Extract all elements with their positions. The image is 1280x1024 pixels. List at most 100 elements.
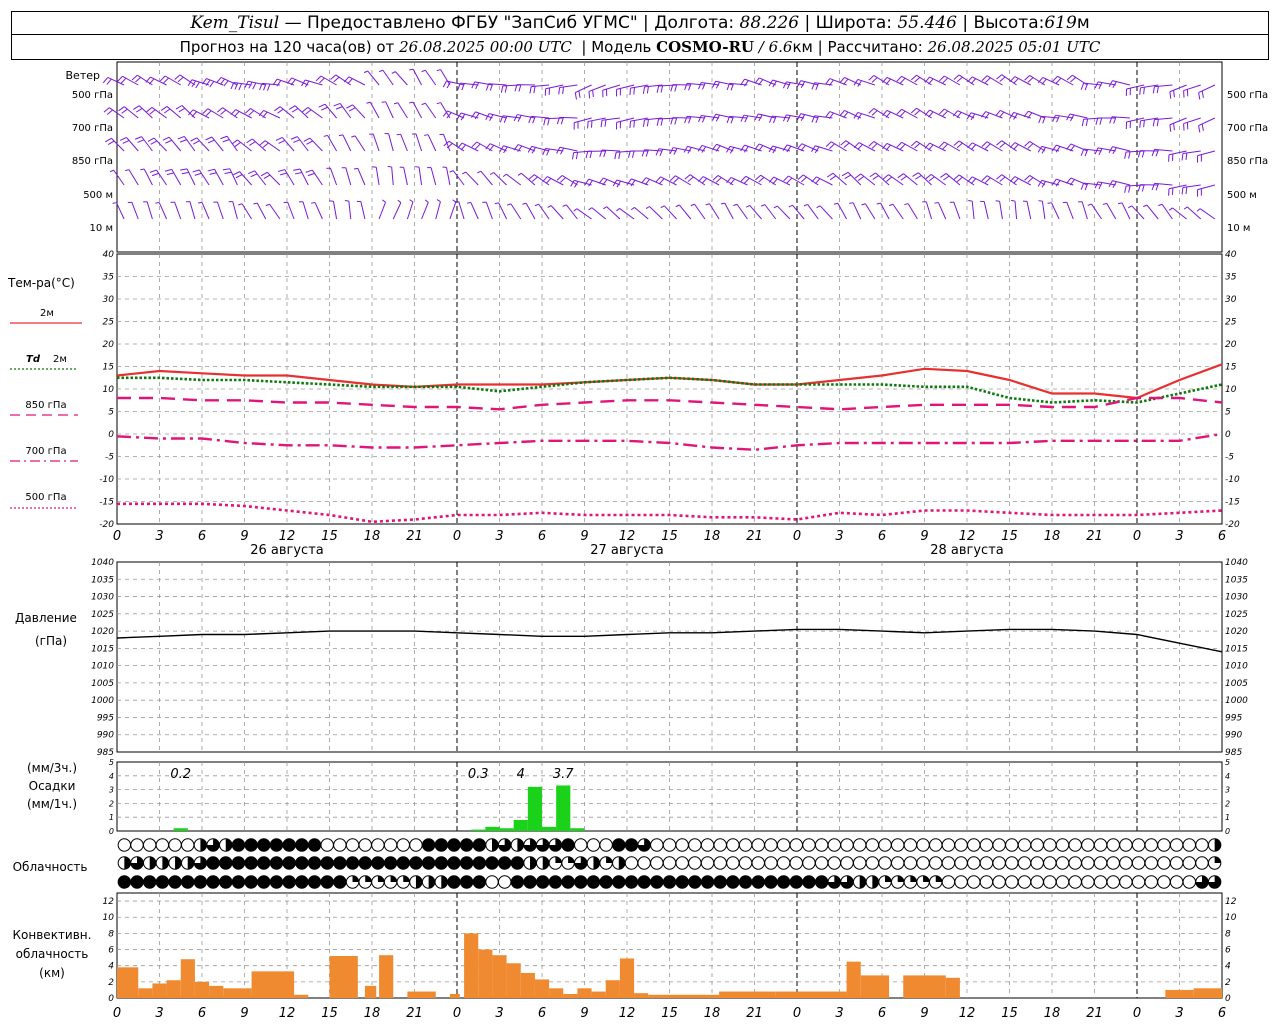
wind-barb-feather [230, 82, 235, 90]
cloud-symbol [713, 838, 727, 852]
wind-barb [1038, 115, 1060, 124]
wind-barb [454, 201, 465, 220]
wind-barb-feather [588, 207, 593, 211]
wind-barb-feather [868, 108, 875, 114]
wind-barb-feather [1128, 205, 1133, 209]
cloud-symbol [510, 838, 525, 852]
cloud-symbol [612, 856, 626, 870]
cloud-circle [1081, 856, 1095, 870]
wind-barb-feather [462, 171, 466, 175]
wind-barb-feather [940, 173, 947, 178]
convective-bar [294, 994, 309, 998]
precip-label: Осадки [29, 779, 76, 793]
wind-barb-feather [109, 169, 114, 173]
wind-barb-feather [655, 148, 660, 156]
wind-barb [655, 148, 677, 156]
cloud-symbol [421, 838, 436, 852]
wind-barb-feather [118, 106, 125, 112]
cloud-circle [396, 856, 410, 870]
cloud-circle [1106, 838, 1120, 852]
cloud-symbol [282, 838, 296, 852]
cloud-circle [1182, 856, 1197, 870]
cloud-symbol [1081, 856, 1095, 870]
wind-barb [585, 150, 606, 159]
cloud-symbol [700, 875, 715, 889]
cloud-symbol [662, 875, 677, 889]
x-tick-temp: 6 [538, 529, 546, 544]
wind-barb-staff [892, 203, 904, 220]
cloud-fill [441, 875, 448, 889]
cloud-symbol [1043, 856, 1057, 870]
wind-barb [952, 110, 975, 119]
cloud-fill [352, 875, 359, 882]
cloud-symbol [776, 875, 791, 889]
wind-barb-staff [858, 142, 876, 152]
wind-barb-feather [915, 175, 922, 180]
cloud-circle [891, 856, 905, 870]
wind-barb-feather [278, 139, 286, 144]
wind-barb-feather [630, 207, 635, 211]
cloud-symbol [929, 856, 943, 870]
wind-barb-staff [412, 68, 423, 86]
cloud-circle [789, 875, 803, 889]
wind-barb-staff [222, 107, 238, 119]
cloud-circle [852, 856, 867, 870]
wind-barb-feather [338, 134, 343, 137]
wind-barb-feather [542, 176, 548, 183]
wind-barb [656, 117, 677, 126]
wind-barb-feather [674, 84, 678, 92]
wind-barb-staff [1198, 84, 1216, 94]
wind-barb-staff [299, 168, 309, 186]
wind-barb-feather [1009, 76, 1016, 83]
y-tick-right: 995 [1225, 713, 1242, 723]
cloud-symbol [548, 856, 563, 870]
wind-barb-feather [744, 177, 750, 184]
wind-barb [180, 168, 196, 186]
precip-bar [513, 819, 528, 831]
wind-barb-staff [252, 138, 267, 152]
cloud-symbol [574, 838, 588, 852]
wind-barb-staff [663, 205, 677, 220]
wind-barb-staff [1131, 205, 1145, 220]
wind-barb-feather [800, 176, 807, 183]
wind-barb [265, 203, 281, 220]
wind-barb [277, 169, 295, 186]
wind-barb-feather [220, 135, 228, 140]
cloud-circle [903, 856, 918, 870]
cloud-circle [1157, 856, 1171, 870]
wind-barb-feather [489, 172, 494, 175]
y-tick-left: 15 [103, 363, 115, 373]
wind-barb-feather [1013, 178, 1019, 184]
wind-barb-feather [995, 110, 1001, 117]
wind-barb-feather [899, 110, 906, 117]
cloud-circle [1169, 875, 1184, 889]
cloud-symbol [688, 856, 702, 870]
convective-bar [549, 988, 564, 998]
wind-barb-feather [517, 172, 522, 176]
wind-barb-feather [646, 119, 649, 127]
wind-barb-feather [293, 168, 301, 171]
cloud-circle [662, 838, 677, 852]
wind-barb-feather [942, 143, 949, 150]
wind-barb-feather [1055, 146, 1061, 153]
wind-barb-feather [956, 111, 962, 119]
wind-barb-feather [347, 78, 353, 85]
wind-barb-feather [457, 142, 463, 149]
wind-barb [353, 167, 366, 186]
cloud-symbol [1207, 875, 1222, 889]
cloud-fill [935, 875, 942, 882]
cloud-circle [269, 838, 284, 852]
cloud-circle [852, 838, 867, 852]
wind-barb [517, 172, 536, 186]
wind-barb-feather [164, 168, 172, 172]
cloud-circle [409, 838, 423, 852]
wind-barb-feather [363, 70, 368, 74]
wind-barb [409, 68, 423, 86]
y-tick-right: 5 [1225, 758, 1230, 767]
y-tick-left: 995 [97, 713, 114, 723]
cloud-symbol [637, 856, 651, 870]
y-tick-left: 1025 [91, 610, 114, 620]
wind-barb-staff [216, 201, 224, 220]
wind-barb [216, 76, 238, 87]
wind-barb [124, 169, 139, 186]
